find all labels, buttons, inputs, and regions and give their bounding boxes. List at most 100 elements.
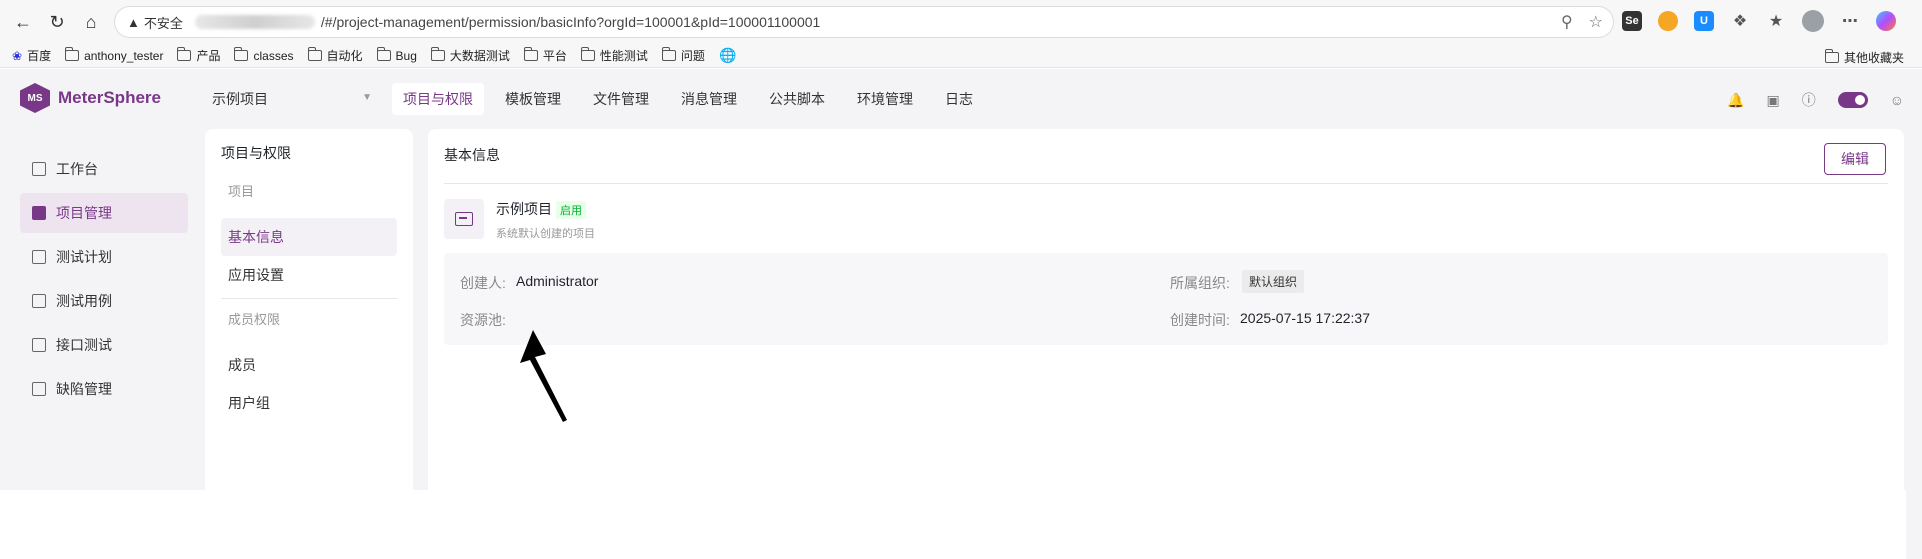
project-folder-icon bbox=[444, 199, 484, 239]
task-center-icon[interactable]: ▣ bbox=[1766, 92, 1779, 109]
favorites-icon[interactable]: ★ bbox=[1766, 11, 1786, 31]
side-item-bug-management[interactable]: 缺陷管理 bbox=[20, 369, 188, 409]
profile-avatar[interactable] bbox=[1802, 10, 1824, 32]
bookmark-folder[interactable]: Bug bbox=[376, 47, 417, 63]
security-indicator[interactable]: ▲ 不安全 bbox=[127, 13, 183, 32]
side-item-project-management[interactable]: 项目管理 bbox=[20, 193, 188, 233]
top-nav: 项目与权限 模板管理 文件管理 消息管理 公共脚本 环境管理 日志 bbox=[392, 83, 994, 115]
project-name: 示例项目 bbox=[496, 201, 552, 217]
bookmark-folder[interactable]: 问题 bbox=[661, 47, 705, 64]
bookmark-folder[interactable]: classes bbox=[234, 47, 294, 63]
creator-value: Administrator bbox=[516, 273, 599, 289]
side-item-test-case[interactable]: 测试用例 bbox=[20, 281, 188, 321]
user-avatar-icon[interactable]: ☺ bbox=[1890, 92, 1904, 108]
bookmark-folder[interactable]: 产品 bbox=[177, 47, 220, 64]
test-case-icon bbox=[32, 294, 46, 308]
folder-icon bbox=[65, 47, 80, 61]
project-management-icon bbox=[32, 206, 46, 220]
page-title: 基本信息 bbox=[444, 147, 500, 163]
top-nav-logs[interactable]: 日志 bbox=[934, 83, 984, 115]
folder-icon bbox=[1824, 49, 1839, 63]
created-time-label: 创建时间: bbox=[1170, 312, 1230, 328]
bookmark-folder[interactable]: 平台 bbox=[523, 47, 567, 64]
folder-icon bbox=[234, 47, 249, 61]
chevron-down-icon: ▼ bbox=[362, 92, 372, 103]
project-description: 系统默认创建的项目 bbox=[496, 228, 595, 240]
project-select[interactable]: 示例项目 ▼ bbox=[212, 89, 372, 109]
top-nav-messages[interactable]: 消息管理 bbox=[670, 83, 748, 115]
url-text: /#/project-management/permission/basicIn… bbox=[320, 14, 821, 30]
bookmark-folder[interactable]: 大数据测试 bbox=[430, 47, 510, 64]
folder-icon bbox=[661, 47, 676, 61]
home-icon[interactable]: ⌂ bbox=[80, 11, 102, 33]
folder-icon bbox=[430, 47, 445, 61]
top-nav-environment[interactable]: 环境管理 bbox=[846, 83, 924, 115]
selenium-extension-icon[interactable]: Se bbox=[1622, 11, 1642, 31]
bookmark-globe[interactable]: 🌐 bbox=[719, 47, 736, 64]
app-logo[interactable]: MS MeterSphere bbox=[20, 83, 161, 113]
header-actions: 🔔 ▣ ⓘ ☺ bbox=[1727, 90, 1904, 110]
bookmark-folder[interactable]: 性能测试 bbox=[580, 47, 648, 64]
bookmark-other[interactable]: 其他收藏夹 bbox=[1824, 49, 1904, 66]
side-menu: 工作台 项目管理 测试计划 测试用例 接口测试 缺陷管理 bbox=[20, 149, 188, 413]
api-test-icon bbox=[32, 338, 46, 352]
bug-icon bbox=[32, 382, 46, 396]
annotation-arrow-icon bbox=[520, 330, 567, 422]
sub-menu-group-project: 项目 bbox=[228, 184, 255, 199]
status-badge: 启用 bbox=[556, 201, 586, 219]
top-nav-files[interactable]: 文件管理 bbox=[582, 83, 660, 115]
url-host-blurred bbox=[194, 15, 315, 29]
metersphere-logo-icon: MS bbox=[20, 83, 50, 113]
baidu-paw-icon: ❀ bbox=[12, 48, 23, 63]
project-card: 示例项目 启用 系统默认创建的项目 bbox=[444, 199, 595, 241]
more-menu-icon[interactable]: ⋯ bbox=[1840, 11, 1860, 31]
copilot-icon[interactable] bbox=[1876, 11, 1896, 31]
extension-u-icon[interactable]: U bbox=[1694, 11, 1714, 31]
side-item-workbench[interactable]: 工作台 bbox=[20, 149, 188, 189]
organization-label: 所属组织: bbox=[1170, 275, 1230, 291]
bookmark-folder[interactable]: anthony_tester bbox=[65, 47, 163, 63]
bookmark-baidu[interactable]: ❀ 百度 bbox=[12, 47, 51, 64]
folder-icon bbox=[376, 47, 391, 61]
side-item-api-test[interactable]: 接口测试 bbox=[20, 325, 188, 365]
top-nav-project-permission[interactable]: 项目与权限 bbox=[392, 83, 484, 115]
sub-menu-divider bbox=[221, 298, 397, 299]
browser-toolbar: ← ↻ ⌂ ▲ 不安全 /#/project-management/permis… bbox=[0, 0, 1922, 44]
side-item-test-plan[interactable]: 测试计划 bbox=[20, 237, 188, 277]
help-icon[interactable]: ⓘ bbox=[1802, 90, 1816, 110]
workbench-icon bbox=[32, 162, 46, 176]
theme-toggle[interactable] bbox=[1837, 92, 1868, 108]
extension-orange-icon[interactable] bbox=[1658, 11, 1678, 31]
reload-icon[interactable]: ↻ bbox=[46, 11, 68, 33]
top-nav-scripts[interactable]: 公共脚本 bbox=[758, 83, 836, 115]
test-plan-icon bbox=[32, 250, 46, 264]
globe-icon: 🌐 bbox=[718, 47, 737, 63]
sub-item-members[interactable]: 成员 bbox=[221, 346, 397, 384]
edit-button[interactable]: 编辑 bbox=[1824, 143, 1886, 175]
app-container: MS MeterSphere 示例项目 ▼ 项目与权限 模板管理 文件管理 消息… bbox=[0, 69, 1922, 559]
sub-menu-panel: 项目与权限 项目 基本信息 应用设置 成员权限 成员 用户组 bbox=[205, 129, 413, 490]
bookmark-folder[interactable]: 自动化 bbox=[307, 47, 363, 64]
bookmarks-bar: ❀ 百度 anthony_tester 产品 classes 自动化 Bug 大数… bbox=[0, 44, 1922, 68]
key-icon[interactable]: ⚲ bbox=[1561, 12, 1573, 32]
back-icon[interactable]: ← bbox=[12, 11, 34, 33]
address-bar[interactable]: ▲ 不安全 /#/project-management/permission/b… bbox=[114, 6, 1614, 38]
app-header: MS MeterSphere 示例项目 ▼ 项目与权限 模板管理 文件管理 消息… bbox=[0, 69, 1922, 129]
creator-label: 创建人: bbox=[460, 275, 506, 291]
extensions-puzzle-icon[interactable]: ❖ bbox=[1730, 11, 1750, 31]
project-select-value: 示例项目 bbox=[212, 91, 268, 107]
security-label: 不安全 bbox=[143, 15, 183, 31]
favorite-star-icon[interactable]: ☆ bbox=[1589, 12, 1603, 32]
project-info-box: 创建人: Administrator 资源池: 所属组织: 默认组织 创建时间:… bbox=[444, 253, 1888, 345]
resource-pool-label: 资源池: bbox=[460, 312, 506, 328]
top-nav-template[interactable]: 模板管理 bbox=[494, 83, 572, 115]
sub-item-user-group[interactable]: 用户组 bbox=[221, 384, 397, 422]
sub-item-app-settings[interactable]: 应用设置 bbox=[221, 256, 397, 294]
folder-icon bbox=[580, 47, 595, 61]
right-edge-panel bbox=[1906, 138, 1922, 559]
sub-item-basic-info[interactable]: 基本信息 bbox=[221, 218, 397, 256]
created-time-value: 2025-07-15 17:22:37 bbox=[1240, 310, 1370, 326]
title-divider bbox=[444, 183, 1888, 184]
bell-icon[interactable]: 🔔 bbox=[1727, 92, 1744, 109]
logo-text: MeterSphere bbox=[58, 88, 161, 107]
